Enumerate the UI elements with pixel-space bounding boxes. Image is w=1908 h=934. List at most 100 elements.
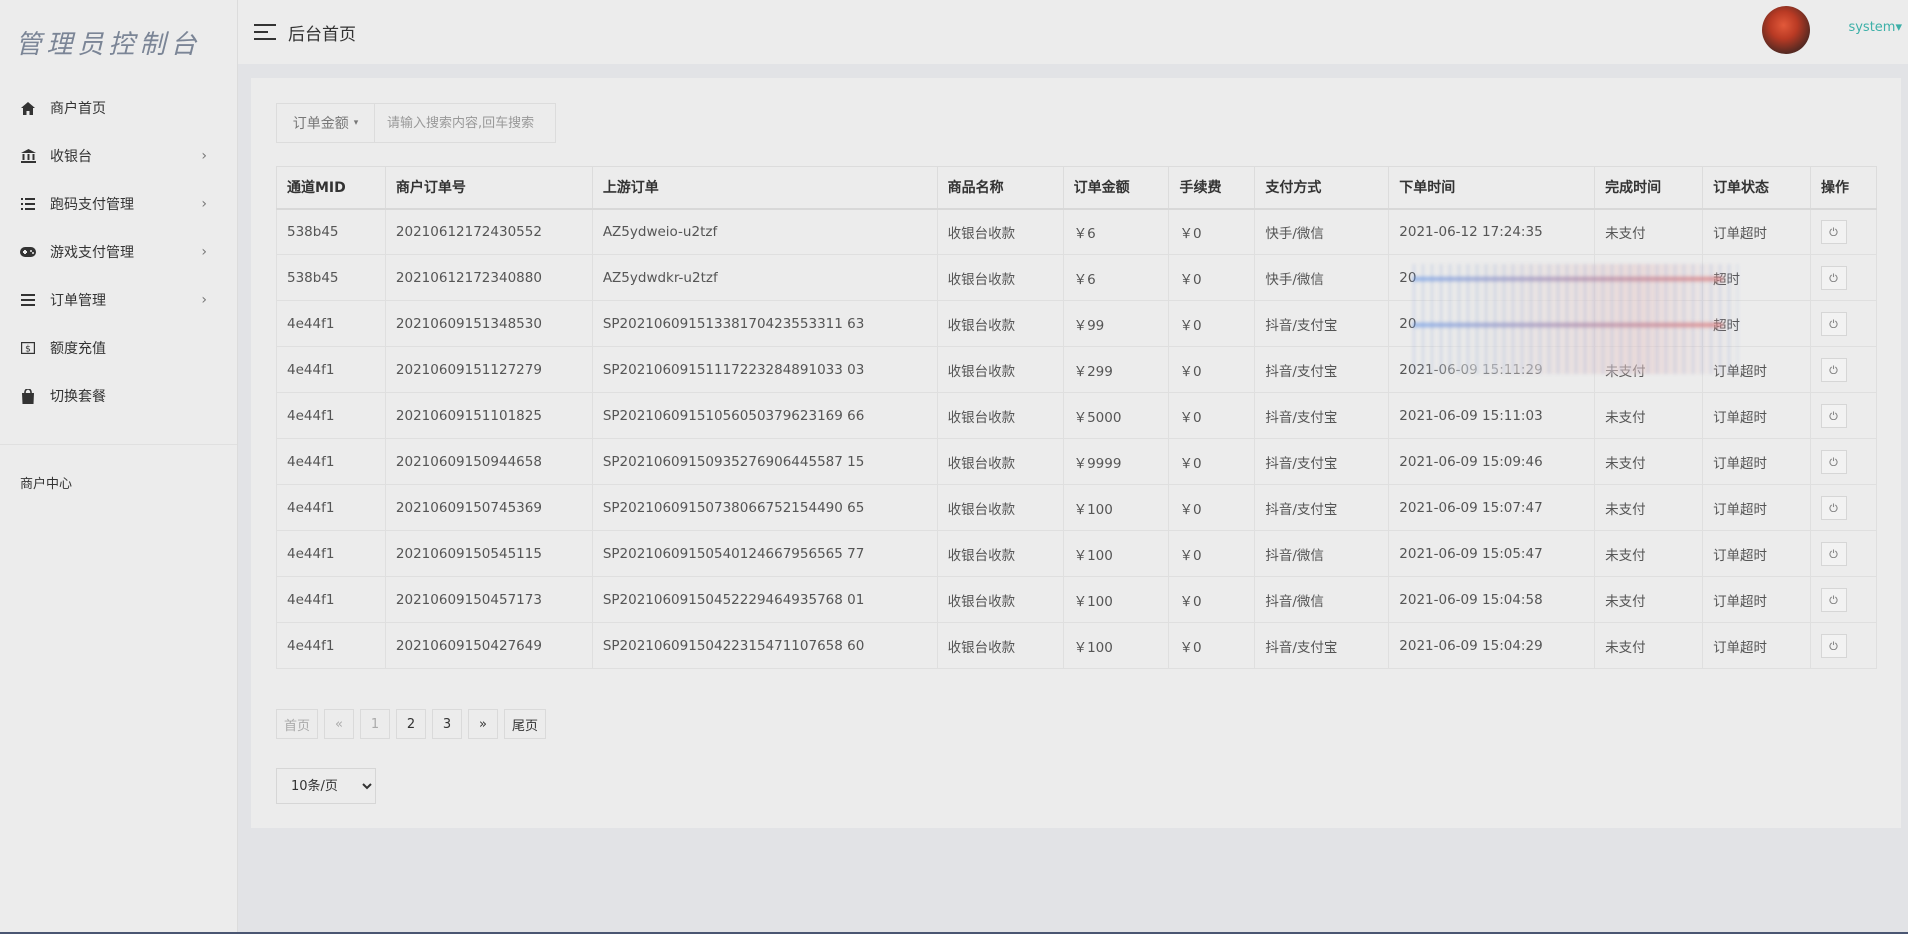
table-cell: 收银台收款 [936,300,1064,347]
money-icon: $ [20,340,36,356]
first-page-button[interactable]: 首页 [276,709,319,739]
chevron-right-icon: › [201,148,207,164]
table-cell: 4e44f1 [276,438,386,485]
page-size-select[interactable]: 10条/页 [276,768,376,804]
sidebar-item-runcode-payment[interactable]: 跑码支付管理 › [0,180,237,228]
sidebar-item-quota-recharge[interactable]: $ 额度充值 [0,324,237,372]
bars-icon [20,292,36,308]
prev-page-button[interactable]: « [324,709,355,739]
table-cell-actions [1809,346,1878,393]
table-cell: 4e44f1 [276,300,386,347]
sidebar-section-merchant-center: 商户中心 [20,477,73,492]
table-row: 4e44f1 20210609151101825 SP202106091510560… [276,392,1878,439]
column-header: 手续费 [1168,166,1256,210]
power-icon[interactable] [1820,357,1847,382]
list-icon [20,196,36,212]
table-cell: ￥100 [1062,484,1170,531]
column-header: 订单状态 [1702,166,1811,210]
table-cell: ￥100 [1062,530,1170,577]
page-button-3[interactable]: 3 [432,709,463,739]
table-cell: 订单超时 [1702,622,1811,669]
table-cell: 抖音/支付宝 [1254,300,1390,347]
sidebar-item-game-payment[interactable]: 游戏支付管理 › [0,228,237,276]
avatar[interactable] [1762,6,1810,54]
last-page-button[interactable]: 尾页 [504,709,547,739]
sidebar-item-merchant-home[interactable]: 商户首页 [0,84,237,132]
table-cell: 4e44f1 [276,530,386,577]
column-header: 订单金额 [1062,166,1170,210]
table-cell: SP20210609151056050379623169 66 [591,392,938,439]
table-cell: 未支付 [1594,484,1704,531]
table-cell: 未支付 [1594,438,1704,485]
search-field-label: 订单金额 [292,116,349,132]
table-cell: 抖音/支付宝 [1254,484,1390,531]
home-icon [20,100,36,116]
power-icon[interactable] [1820,311,1847,336]
sidebar-item-label: 收银台 [50,149,92,165]
table-cell: 抖音/支付宝 [1254,346,1390,393]
sidebar-item-label: 游戏支付管理 [50,245,134,261]
table-cell: ￥0 [1168,346,1256,393]
table-cell: 订单超时 [1702,346,1811,393]
search-field-select[interactable]: 订单金额 ▾ [277,104,375,142]
sidebar-item-label: 订单管理 [50,293,106,309]
page-title: 后台首页 [288,24,356,45]
table-cell: 订单超时 [1702,438,1811,485]
sidebar: 管理员控制台 商户首页 收银台 › 跑码支付管理 › 游戏支付管理 › 订单管理… [0,0,238,934]
table-row: 4e44f1 20210609150457173 SP202106091504522… [276,576,1878,623]
table-cell: 订单超时 [1702,208,1811,255]
column-header: 支付方式 [1254,166,1390,210]
table-cell: 超时 [1702,300,1811,347]
page-button-1[interactable]: 1 [360,709,391,739]
username: system [1848,20,1896,35]
table-cell: SP20210609150738066752154490 65 [591,484,938,531]
column-header: 通道MID [276,166,386,210]
table-cell: 抖音/支付宝 [1254,622,1390,669]
sidebar-item-switch-plan[interactable]: 切换套餐 [0,372,237,420]
svg-text:$: $ [25,345,31,355]
table-cell: 4e44f1 [276,622,386,669]
table-cell: 收银台收款 [936,484,1064,531]
column-header: 操作 [1809,166,1878,210]
table-cell: 20 [1388,254,1596,301]
power-icon[interactable] [1820,403,1847,428]
power-icon[interactable] [1820,265,1847,290]
table-cell: 未支付 [1594,622,1704,669]
power-icon[interactable] [1820,633,1847,658]
table-row: 4e44f1 20210609150745369 SP202106091507380… [276,484,1878,531]
table-cell: SP20210609150935276906445587 15 [591,438,938,485]
power-icon[interactable] [1820,495,1847,520]
search-input[interactable] [375,104,555,142]
sidebar-item-cashier[interactable]: 收银台 › [0,132,237,180]
table-cell: 538b45 [276,254,386,301]
menu-toggle-icon[interactable] [254,24,276,40]
table-cell: 快手/微信 [1254,208,1390,255]
table-cell: 订单超时 [1702,576,1811,623]
table-cell: 抖音/支付宝 [1254,392,1390,439]
column-header: 商品名称 [936,166,1064,210]
power-icon[interactable] [1820,541,1847,566]
table-cell: 20210609151101825 [384,392,593,439]
table-cell: 收银台收款 [936,392,1064,439]
table-cell: ￥0 [1168,622,1256,669]
table-cell: 4e44f1 [276,346,386,393]
column-header: 完成时间 [1594,166,1704,210]
page-button-2[interactable]: 2 [396,709,427,739]
table-cell: 2021-06-09 15:09:46 [1388,438,1596,485]
power-icon[interactable] [1820,587,1847,612]
table-cell: 20210612172340880 [384,254,593,301]
table-cell: SP20210609151117223284891033 03 [591,346,938,393]
table-cell: SP20210609150452229464935768 01 [591,576,938,623]
shopping-bag-icon [20,388,36,404]
table-cell-actions [1809,530,1878,577]
power-icon[interactable] [1820,449,1847,474]
user-menu[interactable]: system▾ [1848,20,1902,35]
table-cell: 20210609150944658 [384,438,593,485]
table-cell: 2021-06-09 15:11:29 [1388,346,1596,393]
pagination: 首页 « 1 2 3 » 尾页 [276,709,547,739]
power-icon[interactable] [1820,219,1847,244]
sidebar-item-order-management[interactable]: 订单管理 › [0,276,237,324]
sidebar-nav: 商户首页 收银台 › 跑码支付管理 › 游戏支付管理 › 订单管理 › $ 额度… [0,84,237,420]
table-cell: 538b45 [276,208,386,255]
next-page-button[interactable]: » [468,709,499,739]
